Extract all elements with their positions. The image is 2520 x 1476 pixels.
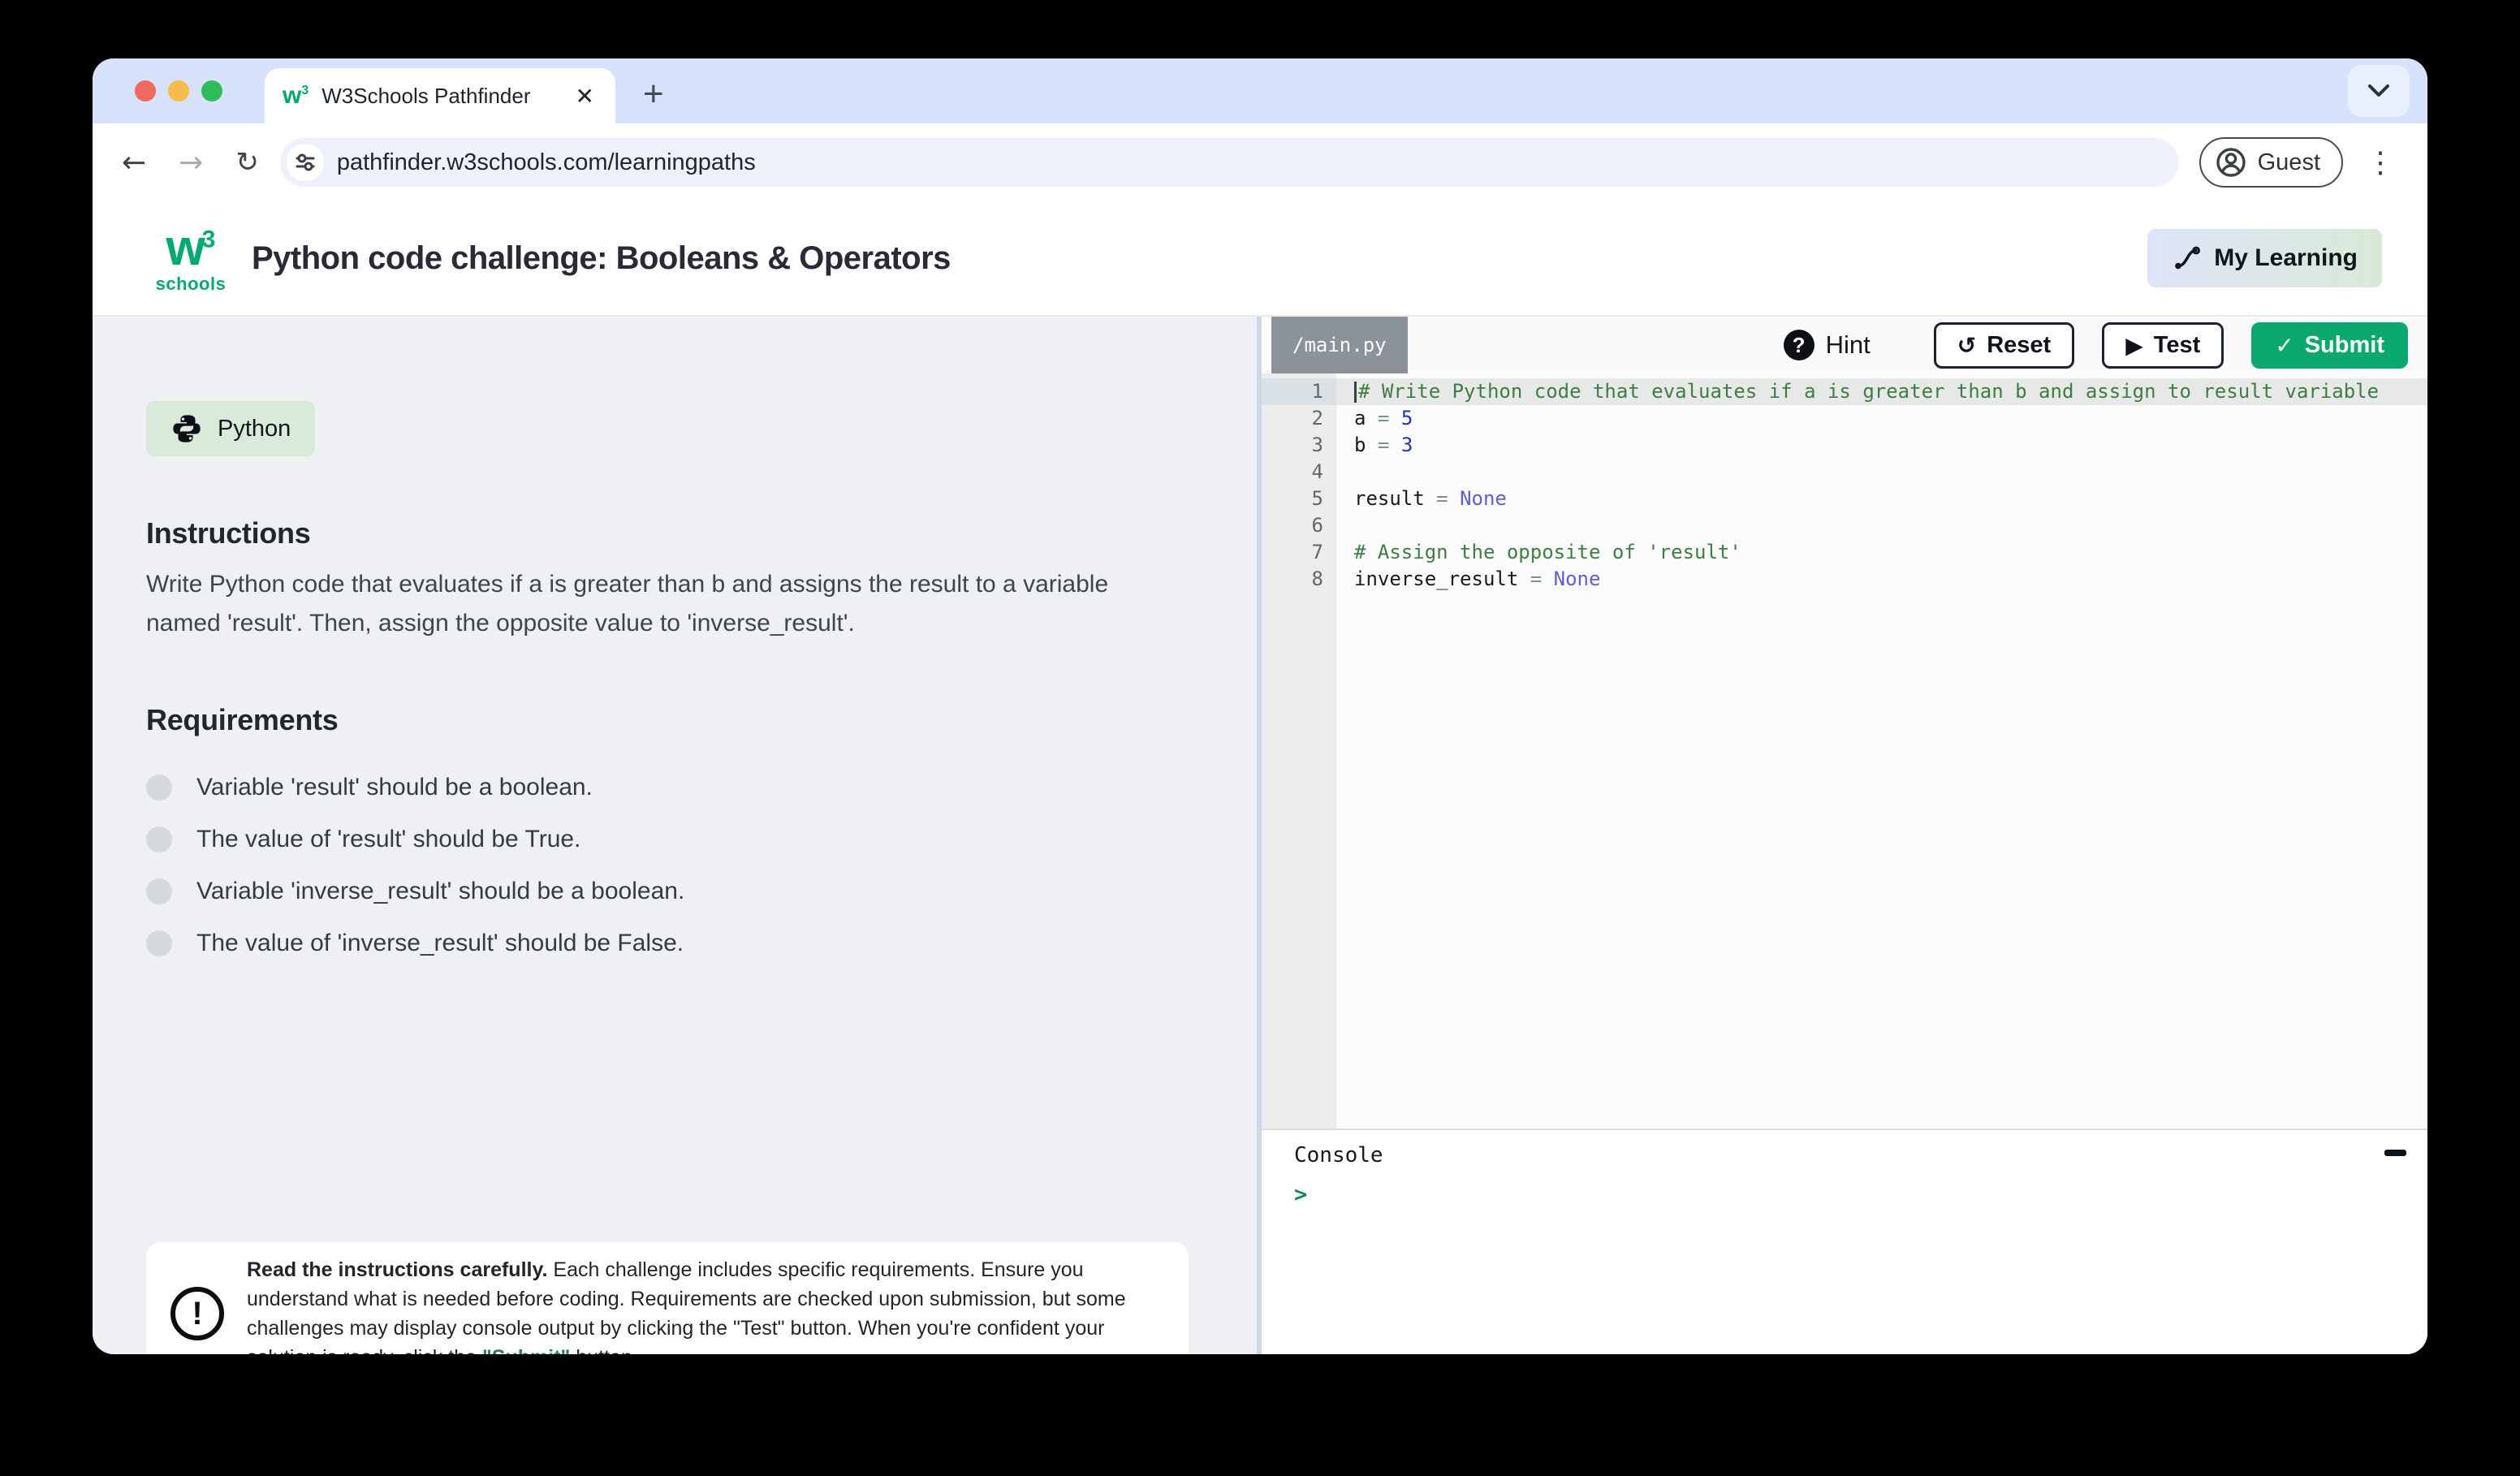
page-content: Python Instructions Write Python code th…: [93, 317, 2427, 1354]
code-line[interactable]: 3b = 3: [1262, 432, 2427, 459]
requirements-title: Requirements: [146, 703, 1189, 737]
tab-search-button[interactable]: [2348, 65, 2410, 117]
note-submit-highlight: "Submit": [482, 1346, 570, 1354]
learning-path-icon: [2172, 243, 2203, 274]
console-panel: Console >: [1262, 1129, 2427, 1354]
instructions-body: Write Python code that evaluates if a is…: [146, 565, 1163, 643]
url-text: pathfinder.w3schools.com/learningpaths: [337, 149, 756, 176]
python-icon: [170, 412, 203, 445]
line-number: 4: [1262, 459, 1336, 486]
w3schools-logo-schools: schools: [143, 275, 239, 293]
line-number: 7: [1262, 539, 1336, 566]
requirement-status-icon: [146, 775, 172, 801]
code-text[interactable]: # Assign the opposite of 'result': [1336, 539, 2427, 566]
reset-icon: ↺: [1957, 332, 1976, 359]
file-tab[interactable]: /main.py: [1271, 317, 1408, 373]
zoom-window-icon[interactable]: [201, 80, 222, 101]
test-button[interactable]: ▶ Test: [2102, 322, 2224, 369]
code-line[interactable]: 5result = None: [1262, 486, 2427, 512]
code-text[interactable]: inverse_result = None: [1336, 566, 2427, 593]
site-settings-button[interactable]: [287, 144, 324, 181]
requirement-status-icon: [146, 878, 172, 904]
close-window-icon[interactable]: [135, 80, 156, 101]
reload-button[interactable]: ↻: [235, 146, 259, 179]
play-icon: ▶: [2125, 332, 2143, 359]
back-button[interactable]: ←: [122, 146, 146, 179]
reset-button[interactable]: ↺ Reset: [1934, 322, 2074, 369]
code-line[interactable]: 6: [1262, 512, 2427, 539]
code-line[interactable]: 8inverse_result = None: [1262, 566, 2427, 593]
new-tab-button[interactable]: +: [643, 76, 664, 112]
tab-title: W3Schools Pathfinder: [321, 84, 572, 109]
tab-close-icon[interactable]: ✕: [572, 83, 598, 110]
browser-tab[interactable]: w3 W3Schools Pathfinder ✕: [265, 68, 615, 123]
line-number: 6: [1262, 512, 1336, 539]
code-line[interactable]: 2a = 5: [1262, 405, 2427, 432]
console-label: Console: [1294, 1143, 2427, 1167]
code-text[interactable]: [1336, 459, 2427, 486]
question-mark-icon: ?: [1784, 330, 1814, 360]
user-avatar-icon: [2216, 147, 2246, 178]
collapse-console-button[interactable]: [2384, 1150, 2406, 1156]
code-line[interactable]: 7# Assign the opposite of 'result': [1262, 539, 2427, 566]
my-learning-button[interactable]: My Learning: [2147, 229, 2382, 287]
browser-menu-button[interactable]: ⋮: [2366, 145, 2395, 179]
line-number: 2: [1262, 405, 1336, 432]
requirement-item: Variable 'result' should be a boolean.: [146, 762, 1189, 814]
text-cursor: [1354, 382, 1357, 403]
note-text: Read the instructions carefully. Each ch…: [247, 1255, 1164, 1354]
code-text[interactable]: # Write Python code that evaluates if a …: [1336, 378, 2427, 405]
code-text[interactable]: result = None: [1336, 486, 2427, 512]
requirement-item: Variable 'inverse_result' should be a bo…: [146, 865, 1189, 917]
alert-circle-icon: !: [170, 1287, 224, 1340]
requirement-item: The value of 'inverse_result' should be …: [146, 917, 1189, 969]
note-lead: Read the instructions carefully.: [247, 1258, 547, 1281]
editor-toolbar: /main.py ? Hint ↺ Reset ▶ Test: [1262, 317, 2427, 373]
w3schools-logo-w: w3: [166, 220, 216, 276]
browser-toolbar: ← → ↻ pathfinder.w3schools.com/learningp…: [93, 123, 2427, 201]
minimize-window-icon[interactable]: [168, 80, 189, 101]
code-text[interactable]: b = 3: [1336, 432, 2427, 459]
w3schools-favicon-icon: w3: [283, 84, 309, 108]
page-title: Python code challenge: Booleans & Operat…: [252, 240, 951, 277]
requirement-status-icon: [146, 930, 172, 956]
code-line[interactable]: 1# Write Python code that evaluates if a…: [1262, 378, 2427, 405]
line-number: 1: [1262, 378, 1336, 405]
instructions-note-card: ! Read the instructions carefully. Each …: [146, 1242, 1189, 1354]
profile-button[interactable]: Guest: [2199, 137, 2343, 188]
browser-window: w3 W3Schools Pathfinder ✕ + ← → ↻: [93, 58, 2427, 1354]
line-number: 5: [1262, 486, 1336, 512]
page-header: w3 schools Python code challenge: Boolea…: [93, 201, 2427, 317]
code-text[interactable]: a = 5: [1336, 405, 2427, 432]
requirement-status-icon: [146, 826, 172, 852]
forward-button[interactable]: →: [179, 146, 203, 179]
code-line[interactable]: 4: [1262, 459, 2427, 486]
requirements-list: Variable 'result' should be a boolean. T…: [146, 762, 1189, 969]
tune-icon: [294, 151, 317, 174]
chevron-down-icon: [2365, 82, 2393, 100]
editor-panel: /main.py ? Hint ↺ Reset ▶ Test: [1262, 317, 2427, 1354]
submit-button[interactable]: ✓ Submit: [2251, 322, 2408, 369]
instructions-title: Instructions: [146, 516, 1189, 550]
profile-label: Guest: [2258, 149, 2320, 176]
line-number: 8: [1262, 566, 1336, 593]
language-badge: Python: [146, 401, 315, 456]
challenge-panel: Python Instructions Write Python code th…: [93, 317, 1257, 1354]
code-editor[interactable]: 1# Write Python code that evaluates if a…: [1262, 373, 2427, 1129]
console-prompt: >: [1294, 1182, 2427, 1207]
screenshot-stage: w3 W3Schools Pathfinder ✕ + ← → ↻: [0, 0, 2520, 1476]
w3schools-logo[interactable]: w3 schools: [143, 223, 239, 293]
address-bar[interactable]: pathfinder.w3schools.com/learningpaths: [280, 138, 2178, 187]
window-controls: [135, 80, 222, 101]
check-icon: ✓: [2275, 332, 2293, 359]
hint-label: Hint: [1826, 330, 1871, 360]
browser-tab-strip: w3 W3Schools Pathfinder ✕ +: [93, 58, 2427, 123]
code-text[interactable]: [1336, 512, 2427, 539]
language-badge-label: Python: [218, 416, 291, 442]
requirement-item: The value of 'result' should be True.: [146, 814, 1189, 865]
my-learning-label: My Learning: [2214, 244, 2358, 272]
hint-button[interactable]: ? Hint: [1784, 330, 1871, 360]
line-number: 3: [1262, 432, 1336, 459]
